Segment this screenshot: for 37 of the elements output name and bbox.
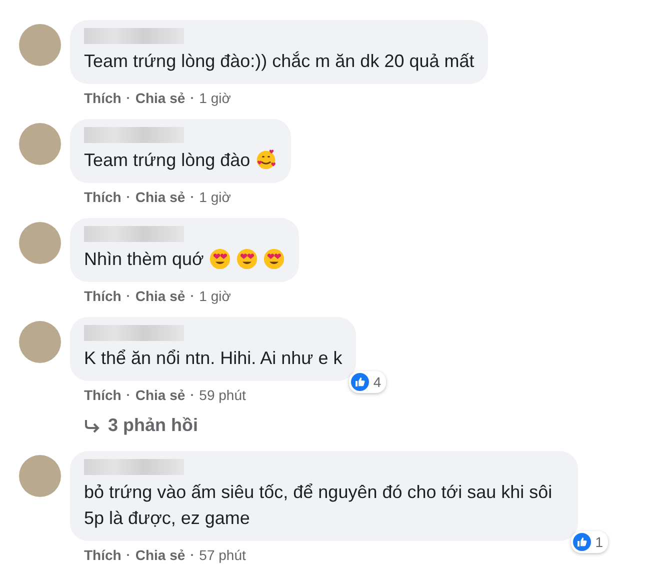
- comment-text: K thể ăn nổi ntn. Hihi. Ai như e k: [84, 347, 342, 370]
- reaction-count: 1: [595, 534, 603, 550]
- reaction-count: 4: [373, 374, 382, 390]
- comment-action-link[interactable]: Chia sẻ: [135, 189, 186, 205]
- like-reaction-badge[interactable]: 1: [571, 531, 608, 553]
- heart-eyes-icon: [262, 248, 285, 270]
- comment-action-link[interactable]: Chia sẻ: [135, 90, 186, 106]
- comment-text: bỏ trứng vào ấm siêu tốc, để nguyên đó cho tới sau khi sôi 5p là được, ez game: [84, 481, 554, 530]
- thumbs-up-icon: [573, 533, 592, 551]
- comment-time[interactable]: 1 giờ: [199, 90, 231, 106]
- comment-time[interactable]: 1 giờ: [199, 288, 231, 304]
- comment-action-link[interactable]: Thích: [84, 90, 122, 106]
- comment-time[interactable]: 57 phút: [199, 547, 246, 563]
- comment-action-link[interactable]: Chia sẻ: [135, 288, 186, 304]
- smiling-face-hearts-icon: [255, 149, 278, 171]
- view-replies-link[interactable]: 3 phản hồi: [84, 415, 198, 436]
- comment-action-link[interactable]: Thích: [84, 387, 122, 403]
- comment-text: Team trứng lòng đào:)) chắc m ăn dk 20 quả mất: [84, 50, 474, 73]
- thumbs-up-icon: [351, 373, 370, 391]
- comment-time[interactable]: 1 giờ: [199, 189, 231, 205]
- heart-eyes-icon: [236, 248, 258, 270]
- like-reaction-badge[interactable]: 4: [349, 371, 386, 393]
- avatar-placeholder[interactable]: [19, 222, 61, 264]
- comment-action-link[interactable]: Thích: [84, 288, 122, 304]
- comment-text: Team trứng lòng đào: [84, 149, 250, 172]
- avatar-placeholder[interactable]: [19, 24, 61, 66]
- comment-text: Nhìn thèm quớ: [84, 248, 204, 271]
- avatar-placeholder[interactable]: [19, 321, 61, 363]
- comment-time[interactable]: 59 phút: [199, 387, 246, 403]
- reply-arrow-icon: [84, 418, 100, 432]
- heart-eyes-icon: [208, 248, 231, 270]
- avatar-placeholder[interactable]: [19, 123, 61, 165]
- comment-action-link[interactable]: Thích: [84, 547, 122, 563]
- comment-action-link[interactable]: Chia sẻ: [135, 547, 186, 563]
- comment-action-link[interactable]: Thích: [84, 189, 122, 205]
- avatar-placeholder[interactable]: [19, 455, 61, 497]
- comment-action-link[interactable]: Chia sẻ: [135, 387, 186, 403]
